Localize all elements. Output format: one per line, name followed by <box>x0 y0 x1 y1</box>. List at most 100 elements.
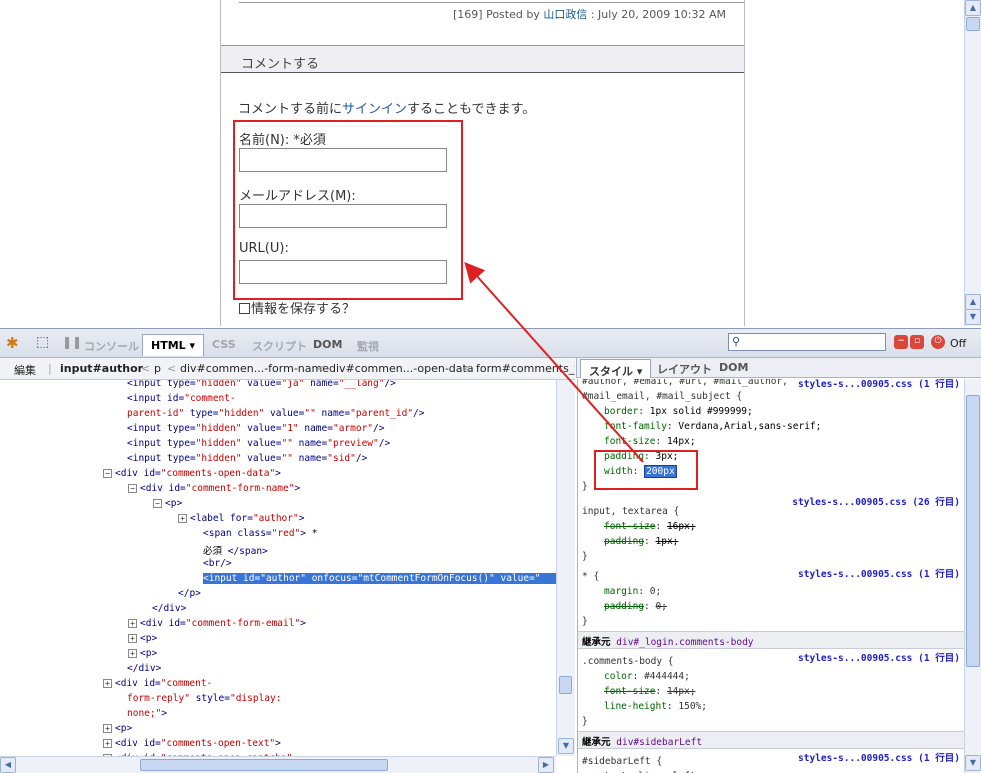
tab-console[interactable]: コンソール <box>84 338 139 354</box>
scroll-left-button[interactable]: ◀ <box>0 757 16 773</box>
html-tree-scrollbar[interactable]: ▼ <box>556 380 575 756</box>
html-tree-line[interactable]: form-reply" style="display: <box>127 693 281 704</box>
edit-button[interactable]: 編集 <box>14 362 36 378</box>
css-property-value[interactable]: 16px; <box>667 521 696 532</box>
page-scrollbar[interactable]: ▲ ▲ ▼ <box>964 0 981 326</box>
css-property-name[interactable]: font-size <box>604 436 655 447</box>
css-property-value[interactable]: Verdana,Arial,sans-serif; <box>678 421 821 432</box>
inspect-icon[interactable]: ⬚ <box>36 334 49 350</box>
css-property-name[interactable]: font-size <box>604 686 655 697</box>
css-property-value[interactable]: 14px; <box>667 436 696 447</box>
html-tree-line[interactable]: − <p> <box>153 498 182 509</box>
scroll-down-button[interactable]: ▲ <box>965 294 981 310</box>
html-tree-line[interactable]: + <div id="comments-open-text"> <box>103 738 281 749</box>
html-tree-line[interactable]: <span class="red"> * <box>203 528 317 539</box>
tab-layout[interactable]: レイアウト <box>657 361 712 377</box>
tab-script[interactable]: スクリプト <box>252 338 307 354</box>
inherited-element-link[interactable]: div#_login.comments-body <box>616 637 753 648</box>
html-tree-line[interactable]: <input type="hidden" value="" name="prev… <box>127 438 390 449</box>
tab-side-dom[interactable]: DOM <box>719 361 748 374</box>
html-tree-line[interactable]: − <div id="comment-form-name"> <box>128 483 300 494</box>
html-node-selected[interactable]: <input id="author" onfocus="mtCommentFor… <box>203 573 556 584</box>
html-tree-scroll-down[interactable]: ▼ <box>558 738 574 754</box>
css-property-name[interactable]: color <box>604 671 633 682</box>
expand-icon[interactable]: + <box>128 619 137 628</box>
html-tree-line[interactable]: </div> <box>127 663 161 674</box>
css-property-name[interactable]: margin <box>604 586 638 597</box>
firebug-bug-icon[interactable]: ✱ <box>6 334 19 352</box>
breadcrumb-form-name[interactable]: div#commen...-form-name <box>180 362 329 375</box>
html-tree-line[interactable]: + <div id="comment-form-email"> <box>128 618 306 629</box>
html-tree-line[interactable]: <input type="hidden" value="1" name="arm… <box>127 423 384 434</box>
html-tree-line[interactable]: parent-id" type="hidden" value="" name="… <box>127 408 425 419</box>
css-scroll-thumb[interactable] <box>966 395 980 667</box>
minimize-icon[interactable]: − <box>894 335 908 349</box>
css-scroll-down[interactable]: ▼ <box>965 755 981 771</box>
firebug-search-input[interactable]: ⚲ <box>728 333 886 351</box>
css-source-link[interactable]: styles-s...00905.css (1 行目) <box>798 650 960 664</box>
css-property-name[interactable]: font-size <box>604 521 655 532</box>
html-tree-line[interactable]: <input id="comment- <box>127 393 236 404</box>
tab-css[interactable]: CSS <box>212 338 236 351</box>
scroll-right-button[interactable]: ▶ <box>538 757 554 773</box>
html-tree-line[interactable]: + <p> <box>128 648 157 659</box>
collapse-icon[interactable]: − <box>128 484 137 493</box>
css-property-value[interactable]: 14px; <box>667 686 696 697</box>
css-panel-scrollbar[interactable]: ▼ <box>964 379 981 773</box>
power-icon[interactable]: ⏻ <box>931 335 945 349</box>
css-property-name[interactable]: line-height <box>604 701 667 712</box>
css-source-link[interactable]: styles-s...00905.css (1 行目) <box>798 379 960 390</box>
expand-icon[interactable]: + <box>178 514 187 523</box>
css-property-value[interactable]: 0; <box>656 601 667 612</box>
css-source-link[interactable]: styles-s...00905.css (1 行目) <box>798 566 960 580</box>
post-author-link[interactable]: 山口政信 <box>543 8 587 21</box>
scroll-down-button-2[interactable]: ▼ <box>965 309 981 325</box>
detach-icon[interactable]: ▫ <box>910 335 924 349</box>
css-property-name[interactable]: padding <box>604 601 644 612</box>
breadcrumb-form[interactable]: form#comments_f <box>476 362 575 375</box>
off-label[interactable]: Off <box>950 337 966 350</box>
collapse-icon[interactable]: − <box>153 499 162 508</box>
css-property-value[interactable]: 1px solid #999999; <box>650 406 753 417</box>
pause-icon[interactable]: ❚❚ <box>62 335 82 349</box>
save-info-row[interactable]: 情報を保存する？ <box>239 298 355 317</box>
signin-link[interactable]: サインイン <box>342 102 407 117</box>
breadcrumb-open-data[interactable]: div#commen...-open-data <box>329 362 474 375</box>
expand-icon[interactable]: + <box>103 724 112 733</box>
html-tree-line[interactable]: − <div id="comments-open-data"> <box>103 468 281 479</box>
expand-icon[interactable]: + <box>103 679 112 688</box>
tab-style[interactable]: スタイル ▾ <box>580 359 652 378</box>
css-property-value[interactable]: 0; <box>650 586 661 597</box>
css-source-link[interactable]: styles-s...00905.css (26 行目) <box>792 494 960 508</box>
html-tree-line[interactable]: 必須 </span> <box>203 543 268 557</box>
html-tree-line[interactable]: + <div id="comment- <box>103 678 212 689</box>
hscroll-thumb[interactable] <box>140 759 388 771</box>
css-property-name[interactable]: border <box>604 406 638 417</box>
html-tree-hscrollbar[interactable]: ◀ ▶ <box>0 756 556 773</box>
page-scroll-thumb[interactable] <box>966 17 980 31</box>
breadcrumb-input-author[interactable]: input#author <box>60 362 143 375</box>
tab-watch[interactable]: 監視 <box>357 338 379 354</box>
html-tree-line[interactable]: none;"> <box>127 708 167 719</box>
html-tree-line[interactable]: + <p> <box>103 723 132 734</box>
html-tree-scroll-thumb[interactable] <box>559 676 572 694</box>
html-tree-line[interactable]: </p> <box>178 588 201 599</box>
css-property-value[interactable]: #444444; <box>644 671 690 682</box>
expand-icon[interactable]: + <box>128 649 137 658</box>
html-tree-line[interactable]: <input type="hidden" value="ja" name="__… <box>127 380 396 389</box>
html-tree-line[interactable]: + <label for="author"> <box>178 513 304 524</box>
css-property-value[interactable]: 150%; <box>678 701 707 712</box>
css-source-link[interactable]: styles-s...00905.css (1 行目) <box>798 750 960 764</box>
css-property-name[interactable]: font-family <box>604 421 667 432</box>
breadcrumb-p[interactable]: p <box>154 362 161 375</box>
html-tree-line[interactable]: </div> <box>152 603 186 614</box>
html-tree-line[interactable]: <br/> <box>203 558 232 569</box>
expand-icon[interactable]: + <box>103 739 112 748</box>
tab-dom[interactable]: DOM <box>313 338 342 351</box>
css-property-name[interactable]: padding <box>604 536 644 547</box>
expand-icon[interactable]: + <box>128 634 137 643</box>
inherited-element-link[interactable]: div#sidebarLeft <box>616 737 702 748</box>
save-info-checkbox[interactable] <box>239 303 250 314</box>
scroll-up-button[interactable]: ▲ <box>965 0 981 16</box>
collapse-icon[interactable]: − <box>103 469 112 478</box>
